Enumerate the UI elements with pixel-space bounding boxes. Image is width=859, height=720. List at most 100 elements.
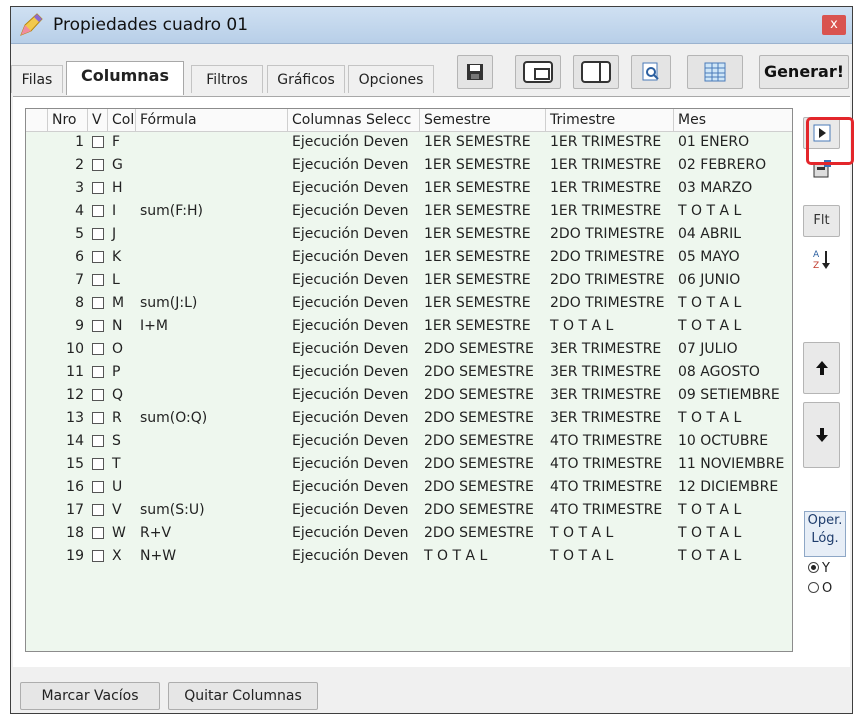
cell-col[interactable]: P	[108, 361, 136, 384]
cell-formula[interactable]	[136, 338, 288, 361]
layout-button-2[interactable]	[573, 55, 619, 89]
table-row[interactable]: 14 S Ejecución Deven 2DO SEMESTRE 4TO TRIMES…	[26, 430, 792, 453]
cell-semestre[interactable]: 2DO SEMESTRE	[420, 476, 546, 499]
cell-formula[interactable]: sum(J:L)	[136, 292, 288, 315]
visible-checkbox[interactable]	[92, 343, 104, 355]
cell-nro[interactable]: 3	[48, 177, 88, 200]
cell-col[interactable]: G	[108, 154, 136, 177]
header-mes[interactable]: Mes	[674, 109, 792, 131]
visible-checkbox[interactable]	[92, 274, 104, 286]
visible-checkbox[interactable]	[92, 136, 104, 148]
cell-mes[interactable]: 01 ENERO	[674, 131, 792, 154]
visible-checkbox[interactable]	[92, 412, 104, 424]
cell-col[interactable]: T	[108, 453, 136, 476]
preview-button[interactable]	[631, 55, 671, 89]
cell-trimestre[interactable]: 1ER TRIMESTRE	[546, 200, 674, 223]
cell-trimestre[interactable]: 4TO TRIMESTRE	[546, 430, 674, 453]
radio-unselected-icon[interactable]	[808, 582, 819, 593]
cell-trimestre[interactable]: 2DO TRIMESTRE	[546, 292, 674, 315]
cell-trimestre[interactable]: T O T A L	[546, 545, 674, 568]
cell-nro[interactable]: 16	[48, 476, 88, 499]
cell-columnas-seleccionadas[interactable]: Ejecución Deven	[288, 200, 420, 223]
cell-semestre[interactable]: 2DO SEMESTRE	[420, 499, 546, 522]
cell-semestre[interactable]: 1ER SEMESTRE	[420, 200, 546, 223]
table-row[interactable]: 19 X N+W Ejecución Deven T O T A LT O T A LT…	[26, 545, 792, 568]
tab-columnas[interactable]: Columnas	[66, 61, 184, 95]
mark-empty-button[interactable]: Marcar Vacíos	[20, 682, 160, 710]
cell-mes[interactable]: T O T A L	[674, 200, 792, 223]
cell-col[interactable]: W	[108, 522, 136, 545]
cell-columnas-seleccionadas[interactable]: Ejecución Deven	[288, 315, 420, 338]
cell-formula[interactable]: sum(F:H)	[136, 200, 288, 223]
cell-mes[interactable]: 12 DICIEMBRE	[674, 476, 792, 499]
table-row[interactable]: 9 N I+M Ejecución Deven 1ER SEMESTRE T O T A …	[26, 315, 792, 338]
cell-nro[interactable]: 19	[48, 545, 88, 568]
cell-nro[interactable]: 4	[48, 200, 88, 223]
table-row[interactable]: 17 Vsum(S:U) Ejecución Deven 2DO SEMESTRE 4T…	[26, 499, 792, 522]
header-nro[interactable]: Nro	[48, 109, 88, 131]
cell-formula[interactable]: sum(O:Q)	[136, 407, 288, 430]
cell-mes[interactable]: 11 NOVIEMBRE	[674, 453, 792, 476]
cell-formula[interactable]	[136, 384, 288, 407]
cell-formula[interactable]	[136, 223, 288, 246]
logic-option-o[interactable]: O	[808, 581, 832, 596]
cell-mes[interactable]: T O T A L	[674, 292, 792, 315]
table-row[interactable]: 11 P Ejecución Deven 2DO SEMESTRE 3ER TRIMES…	[26, 361, 792, 384]
cell-col[interactable]: O	[108, 338, 136, 361]
cell-col[interactable]: M	[108, 292, 136, 315]
cell-col[interactable]: X	[108, 545, 136, 568]
cell-col[interactable]: H	[108, 177, 136, 200]
table-row[interactable]: 5 J Ejecución Deven 1ER SEMESTRE 2DO TRIMEST…	[26, 223, 792, 246]
move-up-button[interactable]	[803, 342, 840, 394]
cell-mes[interactable]: T O T A L	[674, 522, 792, 545]
cell-formula[interactable]: sum(S:U)	[136, 499, 288, 522]
cell-nro[interactable]: 10	[48, 338, 88, 361]
cell-semestre[interactable]: 1ER SEMESTRE	[420, 223, 546, 246]
cell-columnas-seleccionadas[interactable]: Ejecución Deven	[288, 407, 420, 430]
visible-checkbox[interactable]	[92, 366, 104, 378]
cell-trimestre[interactable]: T O T A L	[546, 522, 674, 545]
move-down-button[interactable]	[803, 402, 840, 468]
cell-formula[interactable]	[136, 361, 288, 384]
visible-checkbox[interactable]	[92, 205, 104, 217]
table-row[interactable]: 4 Isum(F:H) Ejecución Deven 1ER SEMESTRE 1ER…	[26, 200, 792, 223]
cell-formula[interactable]: N+W	[136, 545, 288, 568]
cell-semestre[interactable]: T O T A L	[420, 545, 546, 568]
remove-columns-button[interactable]: Quitar Columnas	[168, 682, 318, 710]
table-row[interactable]: 13 Rsum(O:Q) Ejecución Deven 2DO SEMESTRE 3E…	[26, 407, 792, 430]
cell-columnas-seleccionadas[interactable]: Ejecución Deven	[288, 499, 420, 522]
tab-filtros[interactable]: Filtros	[191, 65, 263, 93]
cell-columnas-seleccionadas[interactable]: Ejecución Deven	[288, 361, 420, 384]
radio-selected-icon[interactable]	[808, 562, 819, 573]
cell-columnas-seleccionadas[interactable]: Ejecución Deven	[288, 338, 420, 361]
table-row[interactable]: 2 G Ejecución Deven 1ER SEMESTRE 1ER TRIMEST…	[26, 154, 792, 177]
table-row[interactable]: 18 W R+V Ejecución Deven 2DO SEMESTRE T O T A…	[26, 522, 792, 545]
cell-formula[interactable]	[136, 453, 288, 476]
cell-col[interactable]: J	[108, 223, 136, 246]
logic-option-y[interactable]: Y	[808, 561, 830, 576]
cell-nro[interactable]: 8	[48, 292, 88, 315]
visible-checkbox[interactable]	[92, 389, 104, 401]
layout-button-1[interactable]	[515, 55, 561, 89]
cell-semestre[interactable]: 1ER SEMESTRE	[420, 269, 546, 292]
cell-nro[interactable]: 13	[48, 407, 88, 430]
cell-mes[interactable]: T O T A L	[674, 315, 792, 338]
cell-formula[interactable]	[136, 269, 288, 292]
visible-checkbox[interactable]	[92, 550, 104, 562]
tab-filas[interactable]: Filas	[11, 65, 63, 93]
cell-trimestre[interactable]: 3ER TRIMESTRE	[546, 407, 674, 430]
cell-nro[interactable]: 2	[48, 154, 88, 177]
cell-semestre[interactable]: 2DO SEMESTRE	[420, 453, 546, 476]
cell-trimestre[interactable]: 1ER TRIMESTRE	[546, 131, 674, 154]
cell-col[interactable]: N	[108, 315, 136, 338]
cell-col[interactable]: U	[108, 476, 136, 499]
table-row[interactable]: 15 T Ejecución Deven 2DO SEMESTRE 4TO TRIMES…	[26, 453, 792, 476]
header-v[interactable]: V	[88, 109, 108, 131]
cell-semestre[interactable]: 1ER SEMESTRE	[420, 177, 546, 200]
cell-nro[interactable]: 7	[48, 269, 88, 292]
header-semestre[interactable]: Semestre	[420, 109, 546, 131]
cell-mes[interactable]: T O T A L	[674, 545, 792, 568]
cell-columnas-seleccionadas[interactable]: Ejecución Deven	[288, 384, 420, 407]
visible-checkbox[interactable]	[92, 182, 104, 194]
cell-nro[interactable]: 1	[48, 131, 88, 154]
